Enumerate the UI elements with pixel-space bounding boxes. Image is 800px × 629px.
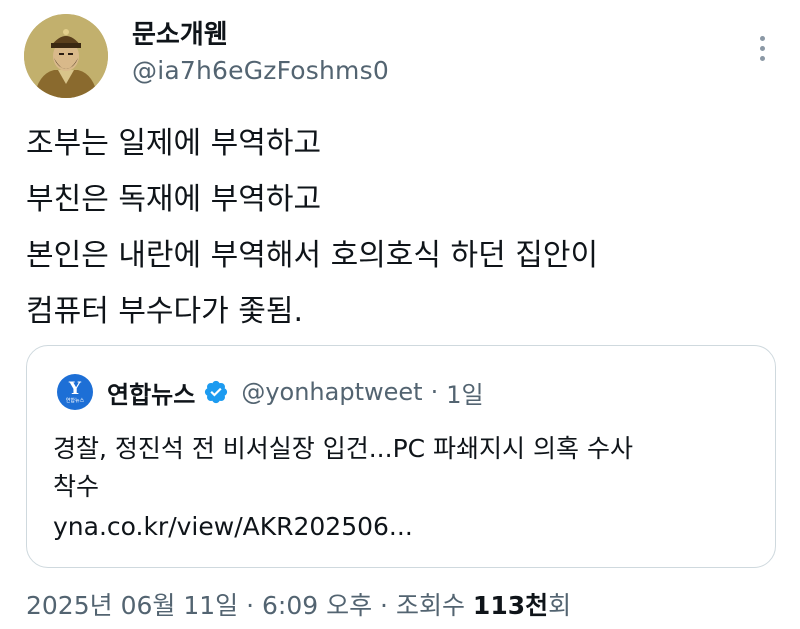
more-options-button[interactable]: [748, 30, 776, 66]
author-handle[interactable]: @ia7h6eGzFoshms0: [132, 56, 389, 85]
quoted-author-handle[interactable]: @yonhaptweet: [241, 378, 422, 406]
more-vertical-icon: [759, 35, 765, 41]
quoted-text-line: 착수: [53, 472, 100, 501]
author-avatar[interactable]: [24, 14, 108, 98]
tweet-line: 본인은 내란에 부역해서 호의호식 하던 집안이: [26, 238, 599, 273]
separator-dot: ·: [246, 591, 255, 620]
tweet-line: 조부는 일제에 부역하고: [26, 126, 322, 161]
yonhap-logo-avatar[interactable]: Y 연합뉴스: [57, 374, 93, 410]
quoted-tweet-header: 연합뉴스 @yonhaptweet · 1일: [107, 374, 484, 410]
tweet-metadata: 2025년 06월 11일 · 6:09 오후 · 조회수 113천회: [26, 586, 571, 622]
tweet-line: 부친은 독재에 부역하고: [26, 182, 322, 217]
yonhap-logo-icon: Y: [68, 378, 82, 399]
views-label: 조회수: [395, 591, 465, 620]
tweet-date[interactable]: 2025년 06월 11일: [26, 591, 238, 620]
quoted-author-name[interactable]: 연합뉴스: [107, 375, 195, 410]
quoted-tweet-time[interactable]: 1일: [446, 375, 483, 410]
quoted-text-line: 경찰, 정진석 전 비서실장 입건...PC 파쇄지시 의혹 수사: [53, 434, 633, 463]
separator-dot: ·: [380, 591, 388, 620]
tweet-text: 조부는 일제에 부역하고 부친은 독재에 부역하고 본인은 내란에 부역해서 호…: [26, 116, 598, 340]
separator-dot: ·: [430, 378, 439, 406]
tweet-line: 컴퓨터 부수다가 좇됨.: [26, 294, 304, 329]
yonhap-logo-text: 연합뉴스: [65, 397, 85, 404]
verified-badge-icon: [203, 379, 229, 405]
views-count[interactable]: 113천: [473, 591, 548, 620]
tweet-time[interactable]: 6:09 오후: [262, 591, 372, 620]
portrait-illustration: [24, 14, 108, 98]
author-name[interactable]: 문소개웬: [132, 14, 228, 51]
quoted-tweet-link[interactable]: yna.co.kr/view/AKR202506...: [53, 512, 413, 541]
more-vertical-icon-dot: [759, 55, 765, 61]
quoted-tweet-text: 경찰, 정진석 전 비서실장 입건...PC 파쇄지시 의혹 수사 착수: [53, 430, 753, 506]
views-suffix: 회: [548, 591, 572, 620]
quoted-tweet-card[interactable]: Y 연합뉴스 연합뉴스 @yonhaptweet · 1일 경찰, 정진석 전 …: [26, 345, 776, 568]
more-vertical-icon-dot: [759, 45, 765, 51]
